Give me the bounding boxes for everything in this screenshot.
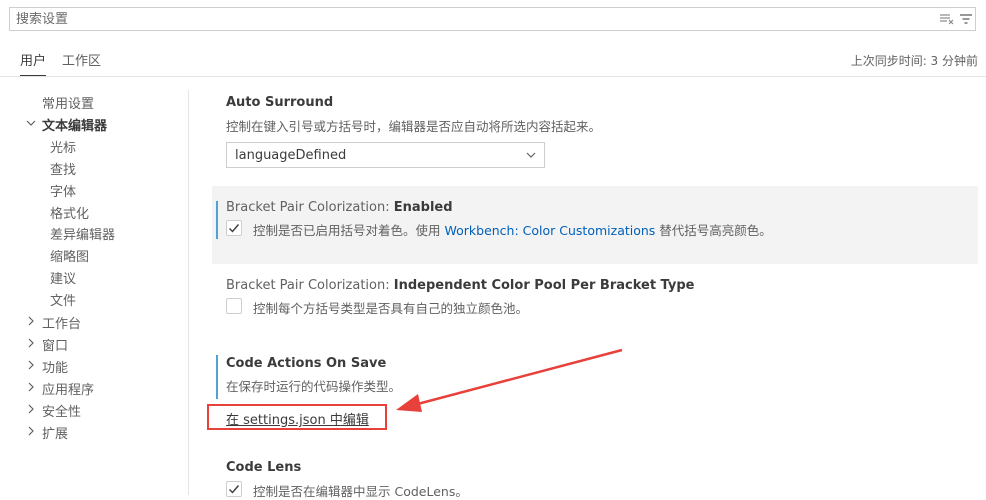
modified-indicator — [216, 355, 218, 399]
toc-item-security[interactable]: 安全性 — [42, 401, 81, 420]
setting-description: 在保存时运行的代码操作类型。 — [226, 379, 402, 394]
setting-bracket-pair-enabled: Bracket Pair Colorization: Enabled 控制是否已… — [212, 186, 978, 264]
check-icon — [229, 485, 240, 494]
setting-title: Auto Surround — [226, 95, 334, 110]
toc-item-window[interactable]: 窗口 — [42, 335, 68, 354]
toc-item-font[interactable]: 字体 — [50, 181, 76, 200]
independent-pool-checkbox[interactable] — [226, 298, 242, 314]
setting-description-suffix: 替代括号高亮颜色。 — [655, 223, 772, 238]
toc-item-minimap[interactable]: 缩略图 — [50, 246, 89, 265]
toc-item-cursor[interactable]: 光标 — [50, 137, 76, 156]
setting-description: 控制是否已启用括号对着色。使用 — [253, 223, 445, 238]
toc-item-files[interactable]: 文件 — [50, 290, 76, 309]
toc-item-suggestions[interactable]: 建议 — [50, 268, 76, 287]
toc-item-text-editor[interactable]: 文本编辑器 — [42, 115, 107, 134]
annotation-arrow-icon — [396, 348, 623, 412]
bracket-pair-enabled-checkbox[interactable] — [226, 220, 242, 236]
tabs-divider — [0, 76, 986, 77]
settings-scope-tabs: 用户 工作区 上次同步时间: 3 分钟前 — [0, 44, 986, 76]
filter-icon[interactable] — [960, 13, 974, 25]
annotation-highlight-box — [207, 404, 387, 430]
toc-item-diff-editor[interactable]: 差异编辑器 — [50, 224, 115, 243]
select-value: languageDefined — [235, 148, 347, 163]
toc-divider — [188, 90, 189, 495]
auto-surround-select[interactable]: languageDefined — [226, 142, 545, 168]
setting-title: Code Actions On Save — [226, 356, 387, 371]
chevron-down-icon — [526, 152, 536, 158]
check-icon — [229, 224, 240, 233]
modified-indicator — [216, 201, 218, 239]
setting-title: Independent Color Pool Per Bracket Type — [393, 278, 695, 293]
chevron-right-icon[interactable] — [26, 426, 36, 436]
tab-workspace[interactable]: 工作区 — [62, 50, 101, 69]
clear-filter-icon[interactable] — [940, 13, 954, 25]
color-customizations-link[interactable]: Workbench: Color Customizations — [444, 223, 655, 238]
toc-item-find[interactable]: 查找 — [50, 159, 76, 178]
chevron-right-icon[interactable] — [26, 382, 36, 392]
chevron-right-icon[interactable] — [26, 360, 36, 370]
setting-description: 控制每个方括号类型是否具有自己的独立颜色池。 — [253, 301, 529, 316]
chevron-right-icon[interactable] — [26, 338, 36, 348]
setting-auto-surround: Auto Surround 控制在键入引号或方括号时，编辑器是否应自动将所选内容… — [212, 90, 978, 182]
toc-item-workbench[interactable]: 工作台 — [42, 313, 81, 332]
toc-item-extensions[interactable]: 扩展 — [42, 423, 68, 442]
toc-item-application[interactable]: 应用程序 — [42, 379, 94, 398]
chevron-down-icon[interactable] — [26, 118, 36, 128]
tab-user[interactable]: 用户 — [20, 50, 47, 76]
setting-title: Enabled — [393, 200, 453, 215]
chevron-right-icon[interactable] — [26, 316, 36, 326]
toc-item-features[interactable]: 功能 — [42, 357, 68, 376]
setting-title: Code Lens — [226, 460, 302, 475]
setting-category: Bracket Pair Colorization: — [226, 200, 394, 215]
setting-description: 控制是否在编辑器中显示 CodeLens。 — [253, 484, 468, 499]
toc-item-formatting[interactable]: 格式化 — [50, 203, 89, 222]
chevron-right-icon[interactable] — [26, 404, 36, 414]
setting-code-lens: Code Lens 控制是否在编辑器中显示 CodeLens。 — [212, 452, 978, 499]
toc-item-common[interactable]: 常用设置 — [42, 93, 94, 112]
search-input[interactable] — [16, 10, 916, 28]
setting-description: 控制在键入引号或方括号时，编辑器是否应自动将所选内容括起来。 — [226, 119, 602, 134]
setting-category: Bracket Pair Colorization: — [226, 278, 394, 293]
sync-status: 上次同步时间: 3 分钟前 — [850, 54, 978, 68]
settings-search-box[interactable] — [9, 7, 976, 31]
setting-bracket-pair-independent-pool: Bracket Pair Colorization: Independent C… — [212, 268, 978, 336]
